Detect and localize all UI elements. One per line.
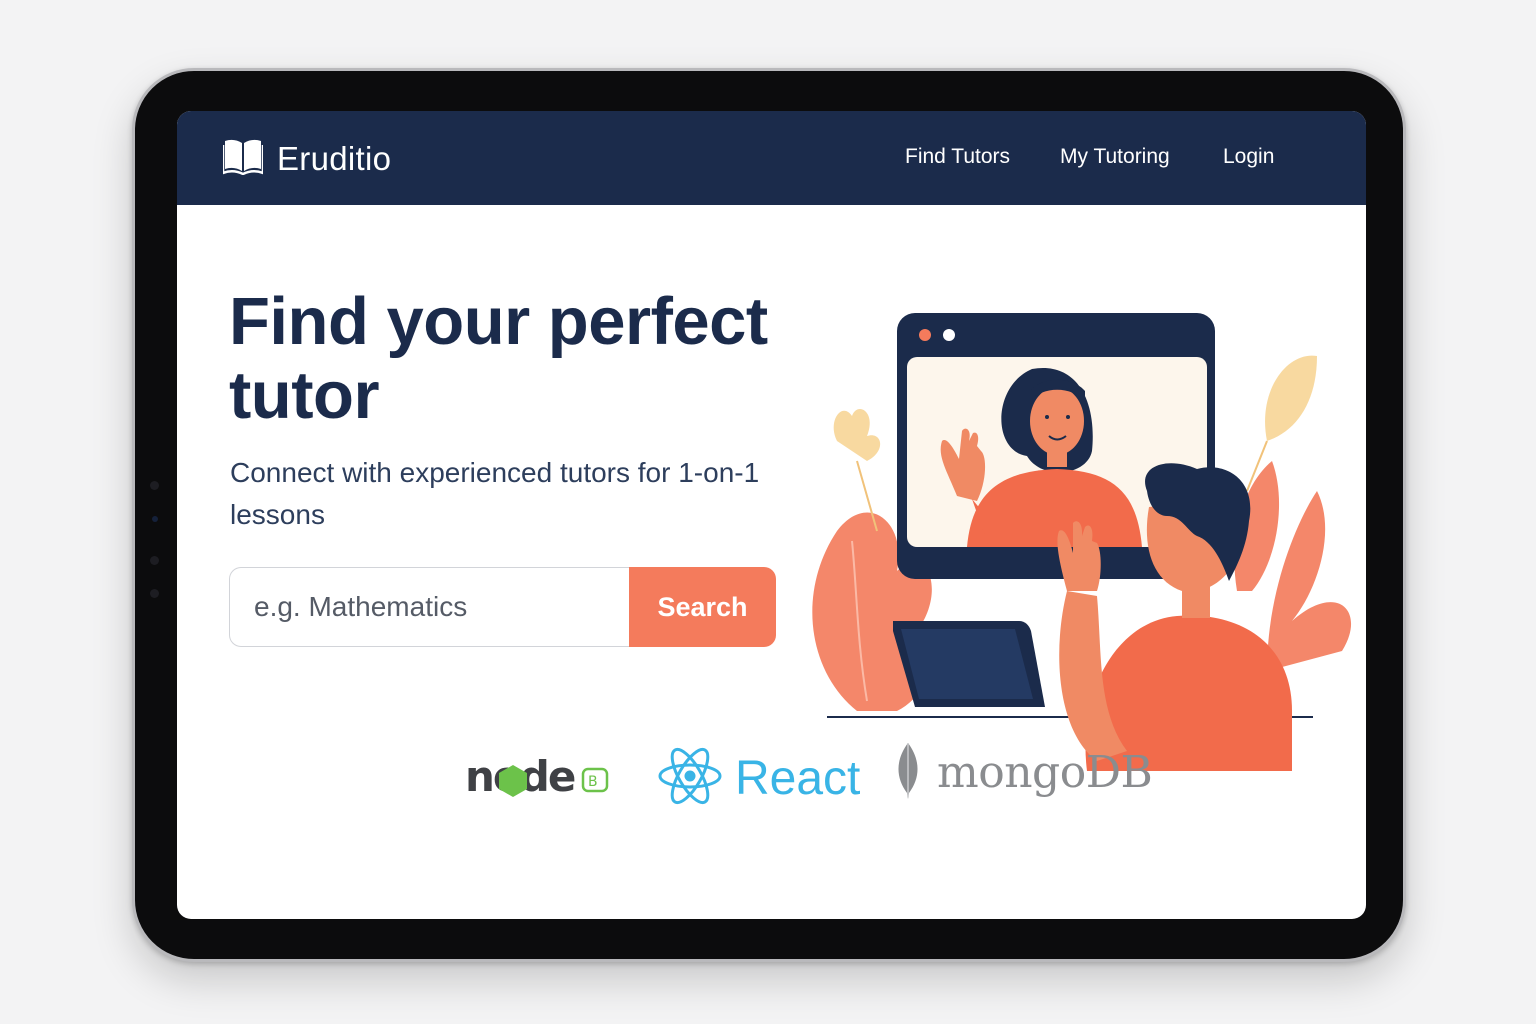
mongodb-leaf-icon (893, 741, 923, 804)
right-plant-illustration (1234, 355, 1352, 671)
tech-stack-logos: node B React (177, 733, 1366, 813)
side-button (150, 589, 159, 598)
nav-my-tutoring[interactable]: My Tutoring (1060, 145, 1170, 169)
hero-subtitle: Connect with experienced tutors for 1-on… (230, 457, 760, 530)
app-screen: Eruditio Find Tutors My Tutoring Login F… (177, 111, 1366, 919)
search-form: Search (229, 567, 776, 647)
side-button (150, 556, 159, 565)
subject-search-input[interactable] (229, 567, 629, 647)
brand-logo[interactable]: Eruditio (221, 137, 392, 180)
react-logo: React (657, 743, 860, 814)
hero-title: Find your perfect tutor (229, 284, 768, 433)
react-logo-text: React (735, 752, 861, 805)
mongodb-logo: mongoDB (893, 741, 1153, 804)
svg-text:B: B (588, 774, 598, 790)
nodejs-logo-mark: node B (465, 753, 609, 801)
tablet-frame: Eruditio Find Tutors My Tutoring Login F… (132, 68, 1406, 962)
brand-name: Eruditio (277, 139, 392, 177)
open-book-icon (221, 137, 265, 180)
nav-login[interactable]: Login (1223, 145, 1274, 169)
top-navbar: Eruditio Find Tutors My Tutoring Login (177, 111, 1366, 205)
side-button (150, 481, 159, 490)
nav-find-tutors[interactable]: Find Tutors (905, 145, 1010, 169)
video-call-illustration (812, 313, 1352, 771)
search-button[interactable]: Search (629, 567, 776, 647)
mongodb-logo-text: mongoDB (937, 747, 1153, 798)
camera-dot (152, 516, 158, 522)
react-atom-icon (657, 743, 723, 814)
nodejs-logo: node B (465, 753, 615, 803)
